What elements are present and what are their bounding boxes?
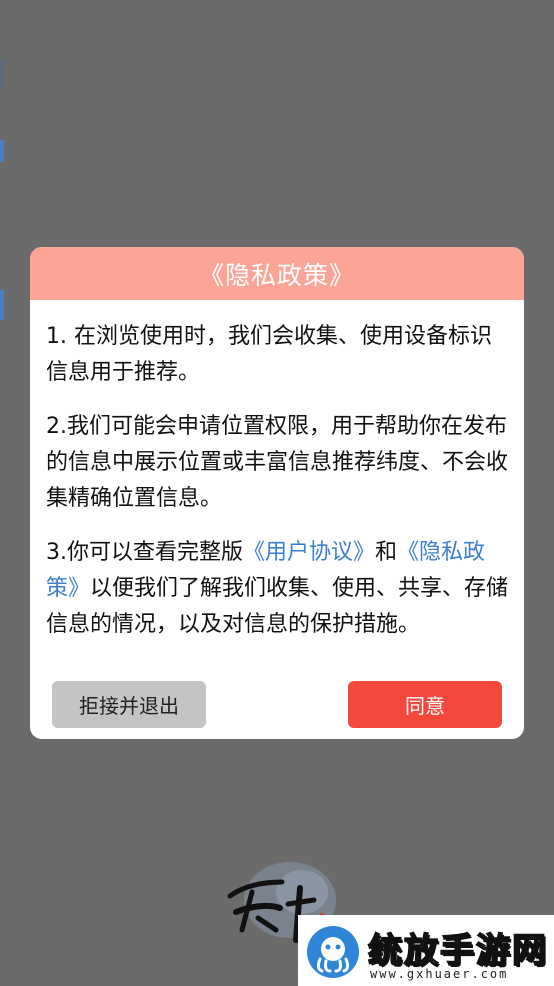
- dialog-header: 《隐私政策》: [30, 247, 524, 300]
- background-edge-strip: [0, 290, 4, 320]
- site-watermark: 统放手游网 www.gxhuaer.com: [298, 915, 554, 986]
- paragraph-3-prefix: 3.你可以查看完整版: [46, 540, 243, 565]
- paragraph-3-suffix: 以便我们了解我们收集、使用、共享、存储信息的情况，以及对信息的保护措施。: [46, 576, 509, 637]
- agree-button[interactable]: 同意: [348, 681, 502, 728]
- background-edge-strip: [0, 140, 4, 162]
- policy-paragraph-1: 1. 在浏览使用时，我们会收集、使用设备标识信息用于推荐。: [46, 324, 492, 385]
- policy-paragraph-3: 3.你可以查看完整版《用户协议》和《隐私政策》以便我们了解我们收集、使用、共享、…: [46, 535, 510, 643]
- reject-and-exit-button[interactable]: 拒接并退出: [52, 681, 206, 728]
- watermark-url: www.gxhuaer.com: [370, 967, 509, 981]
- user-agreement-link[interactable]: 《用户协议》: [243, 540, 375, 565]
- dialog-body[interactable]: 1. 在浏览使用时，我们会收集、使用设备标识信息用于推荐。 2.我们可能会申请位…: [46, 319, 510, 656]
- dialog-title: 《隐私政策》: [198, 260, 355, 290]
- privacy-dialog: 《隐私政策》 1. 在浏览使用时，我们会收集、使用设备标识信息用于推荐。 2.我…: [30, 247, 524, 739]
- policy-paragraph-2: 2.我们可能会申请位置权限，用于帮助你在发布的信息中展示位置或丰富信息推荐纬度、…: [46, 414, 509, 511]
- paragraph-3-and: 和: [375, 540, 398, 565]
- octopus-mascot-icon: [307, 926, 359, 978]
- background-edge-strip: [0, 60, 4, 90]
- watermark-title: 统放手游网: [367, 930, 548, 972]
